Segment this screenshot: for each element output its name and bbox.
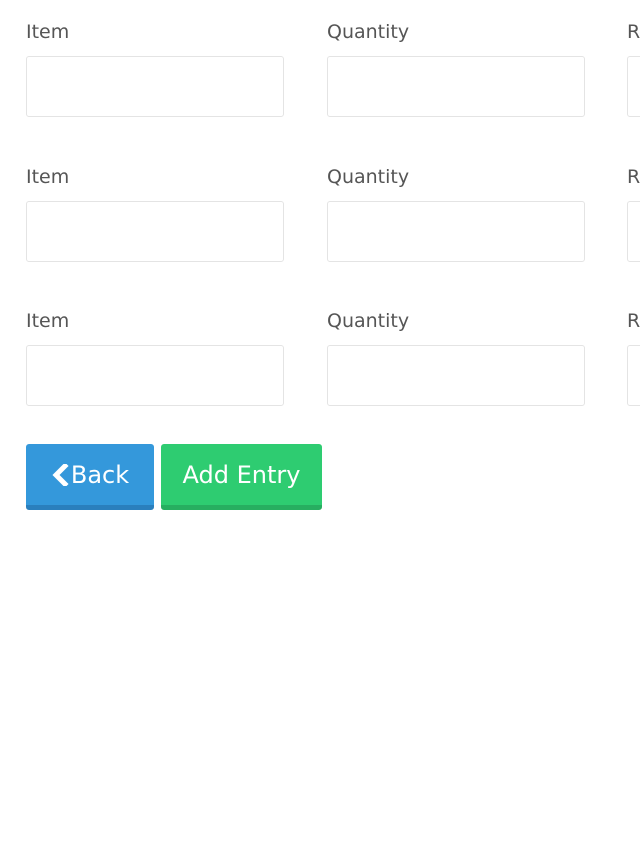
item-label: Item bbox=[26, 166, 70, 188]
item-input[interactable] bbox=[26, 56, 284, 117]
third-column-input[interactable] bbox=[627, 201, 640, 262]
back-button[interactable]: Back bbox=[26, 444, 154, 510]
quantity-input[interactable] bbox=[327, 201, 585, 262]
quantity-label: Quantity bbox=[327, 310, 410, 332]
item-label: Item bbox=[26, 21, 70, 43]
third-column-label: R bbox=[627, 166, 640, 188]
quantity-field: Quantity bbox=[327, 0, 585, 117]
third-column-label: R bbox=[627, 21, 640, 43]
third-column-field: R bbox=[627, 0, 640, 117]
quantity-field: Quantity bbox=[327, 289, 585, 406]
quantity-label: Quantity bbox=[327, 21, 410, 43]
entry-row: Item Quantity R bbox=[0, 0, 640, 120]
back-button-label: Back bbox=[70, 460, 130, 489]
item-input[interactable] bbox=[26, 345, 284, 406]
quantity-input[interactable] bbox=[327, 345, 585, 406]
add-entry-button[interactable]: Add Entry bbox=[161, 444, 322, 510]
item-field: Item bbox=[26, 0, 284, 117]
third-column-field: R bbox=[627, 289, 640, 406]
quantity-label: Quantity bbox=[327, 166, 410, 188]
entry-row: Item Quantity R bbox=[0, 289, 640, 409]
chevron-left-icon bbox=[51, 463, 69, 486]
third-column-input[interactable] bbox=[627, 345, 640, 406]
item-field: Item bbox=[26, 289, 284, 406]
entry-form-page: Item Quantity R Item Quantity R Item Qua… bbox=[0, 0, 640, 853]
third-column-field: R bbox=[627, 145, 640, 262]
third-column-input[interactable] bbox=[627, 56, 640, 117]
add-entry-button-label: Add Entry bbox=[182, 460, 301, 489]
item-field: Item bbox=[26, 145, 284, 262]
quantity-input[interactable] bbox=[327, 56, 585, 117]
item-label: Item bbox=[26, 310, 70, 332]
quantity-field: Quantity bbox=[327, 145, 585, 262]
item-input[interactable] bbox=[26, 201, 284, 262]
entry-row: Item Quantity R bbox=[0, 145, 640, 265]
third-column-label: R bbox=[627, 310, 640, 332]
